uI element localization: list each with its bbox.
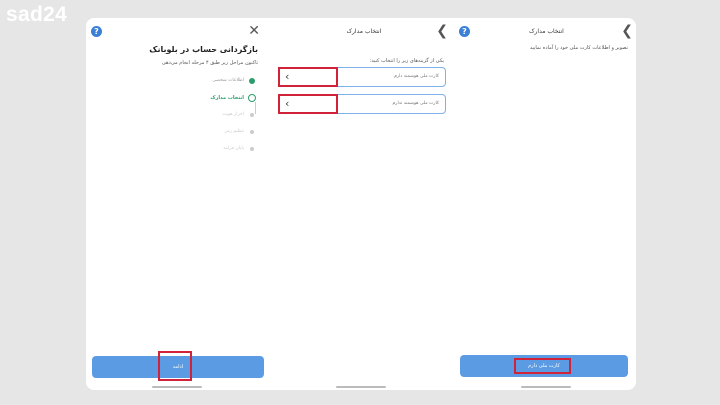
screens-frame: ? ✕ بازگردانی حساب در بلوبانک تاکنون مرا… — [86, 18, 636, 390]
site-watermark: sad24 — [6, 3, 68, 26]
step-pending-icon — [250, 147, 254, 151]
page-subtitle: تاکنون مراحل زیر طبق ۴ مرحله انجام می‌ده… — [161, 60, 258, 66]
step-item: تنظیم رمز — [134, 129, 254, 146]
step-label: پایان فرایند — [223, 146, 244, 151]
highlight-box — [278, 94, 338, 114]
highlight-box — [158, 351, 192, 381]
steps-list: اطلاعات شخصی انتخاب مدارک احراز هویت تنظ… — [134, 78, 256, 163]
step-pending-icon — [250, 113, 254, 117]
step-pending-icon — [250, 130, 254, 134]
highlight-box — [278, 67, 338, 87]
panel-document-selection: ❮ انتخاب مدارک یکی از گزینه‌های زیر را ا… — [274, 18, 454, 390]
step-current-icon — [248, 94, 256, 114]
option-label: کارت ملی هوشمند ندارم — [392, 101, 439, 106]
page-title: بازگردانی حساب در بلوبانک — [149, 45, 258, 54]
home-indicator — [152, 386, 202, 388]
close-icon[interactable]: ✕ — [248, 24, 260, 38]
panel-smart-card-info: ? ❮ انتخاب مدارک تصویر و اطلاعات کارت مل… — [457, 18, 636, 390]
instruction-text: تصویر و اطلاعات کارت ملی خود را آماده نم… — [529, 45, 628, 51]
step-label: احراز هویت — [222, 112, 244, 117]
selection-question: یکی از گزینه‌های زیر را انتخاب کنید: — [369, 58, 444, 64]
page-title: انتخاب مدارک — [346, 28, 382, 35]
step-done-icon — [249, 78, 255, 84]
panel-account-recovery-steps: ? ✕ بازگردانی حساب در بلوبانک تاکنون مرا… — [86, 18, 268, 390]
step-item: پایان فرایند — [134, 146, 254, 163]
home-indicator — [336, 386, 386, 388]
step-item: احراز هویت — [134, 112, 254, 129]
step-item: اطلاعات شخصی — [134, 78, 255, 95]
step-label: تنظیم رمز — [224, 129, 244, 134]
option-label: کارت ملی هوشمند دارم — [394, 74, 439, 79]
home-indicator — [521, 386, 571, 388]
step-label: انتخاب مدارک — [210, 95, 244, 101]
step-label: اطلاعات شخصی — [212, 78, 244, 83]
page-title: انتخاب مدارک — [529, 28, 564, 35]
step-item: انتخاب مدارک — [134, 94, 256, 114]
help-icon[interactable]: ? — [91, 26, 102, 37]
highlight-box — [514, 358, 571, 374]
